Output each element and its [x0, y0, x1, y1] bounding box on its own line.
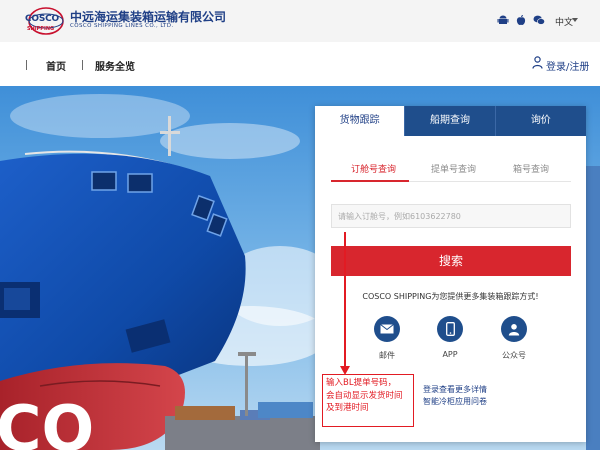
contact-wechat-label: 公众号 — [502, 351, 526, 360]
nav-divider — [26, 60, 27, 70]
company-name-en: COSCO SHIPPING LINES CO., LTD. — [70, 23, 174, 29]
panel-tabs: 货物跟踪 船期查询 询价 — [315, 106, 586, 136]
tab-quote[interactable]: 询价 — [496, 106, 586, 136]
language-selector[interactable]: 中文 — [555, 15, 573, 28]
query-subtabs: 订舱号查询 提单号查询 箱号查询 — [331, 162, 571, 182]
subtab-container-number[interactable]: 箱号查询 — [513, 162, 549, 175]
person-icon[interactable] — [501, 316, 527, 342]
nav-item-services[interactable]: 服务全览 — [95, 58, 135, 73]
annotation-line: 及到港时间 — [326, 403, 369, 413]
envelope-icon[interactable] — [374, 316, 400, 342]
tab-schedule[interactable]: 船期查询 — [405, 106, 496, 136]
annotation-note: 输入BL提单号码， 会自动显示发货时间 及到港时间 — [322, 374, 414, 427]
subtab-booking-number[interactable]: 订舱号查询 — [351, 162, 396, 175]
contact-email-label: 邮件 — [379, 351, 395, 360]
page: COSCO SHIPPING 中远海运集装箱运输有限公司 COSCO SHIPP… — [0, 0, 600, 450]
contact-app[interactable]: APP — [420, 316, 480, 359]
android-icon[interactable] — [497, 14, 509, 26]
wechat-icon[interactable] — [533, 14, 545, 26]
search-button[interactable]: 搜索 — [331, 246, 571, 276]
tab-cargo-tracking[interactable]: 货物跟踪 — [315, 106, 406, 136]
phone-icon[interactable] — [437, 316, 463, 342]
main-nav: 首页 服务全览 登录/注册 — [0, 42, 600, 86]
svg-text:CO: CO — [0, 392, 94, 450]
contact-email[interactable]: 邮件 — [357, 316, 417, 361]
nav-item-home[interactable]: 首页 — [46, 58, 66, 73]
contact-methods-title: COSCO SHIPPING为您提供更多集装箱跟踪方式! — [362, 292, 539, 301]
nav-divider — [82, 60, 83, 70]
login-details-link[interactable]: 登录查看更多详情 — [423, 384, 487, 396]
login-register-link[interactable]: 登录/注册 — [546, 58, 589, 73]
contact-app-label: APP — [442, 350, 458, 359]
annotation-line: 输入BL提单号码， — [326, 378, 397, 388]
platform-icons — [497, 14, 545, 26]
annotation-line: 会自动显示发货时间 — [326, 390, 403, 401]
logo-wordmark: COSCO — [25, 14, 59, 24]
annotation-arrow-line — [344, 232, 346, 370]
active-subtab-indicator — [331, 180, 409, 182]
user-icon[interactable] — [532, 56, 543, 69]
top-header: COSCO SHIPPING 中远海运集装箱运输有限公司 COSCO SHIPP… — [0, 0, 600, 42]
subtab-bl-number[interactable]: 提单号查询 — [431, 162, 476, 175]
contact-wechat-account[interactable]: 公众号 — [484, 316, 544, 361]
tracking-search-input[interactable] — [331, 204, 571, 228]
apple-icon[interactable] — [515, 14, 527, 26]
panel-links: 登录查看更多详情 智能冷柜应用问卷 — [423, 384, 487, 408]
reefer-survey-link[interactable]: 智能冷柜应用问卷 — [423, 396, 487, 408]
cosco-logo[interactable]: COSCO SHIPPING — [25, 4, 66, 38]
logo-subtext: SHIPPING — [27, 26, 55, 32]
chevron-down-icon[interactable] — [572, 18, 578, 22]
